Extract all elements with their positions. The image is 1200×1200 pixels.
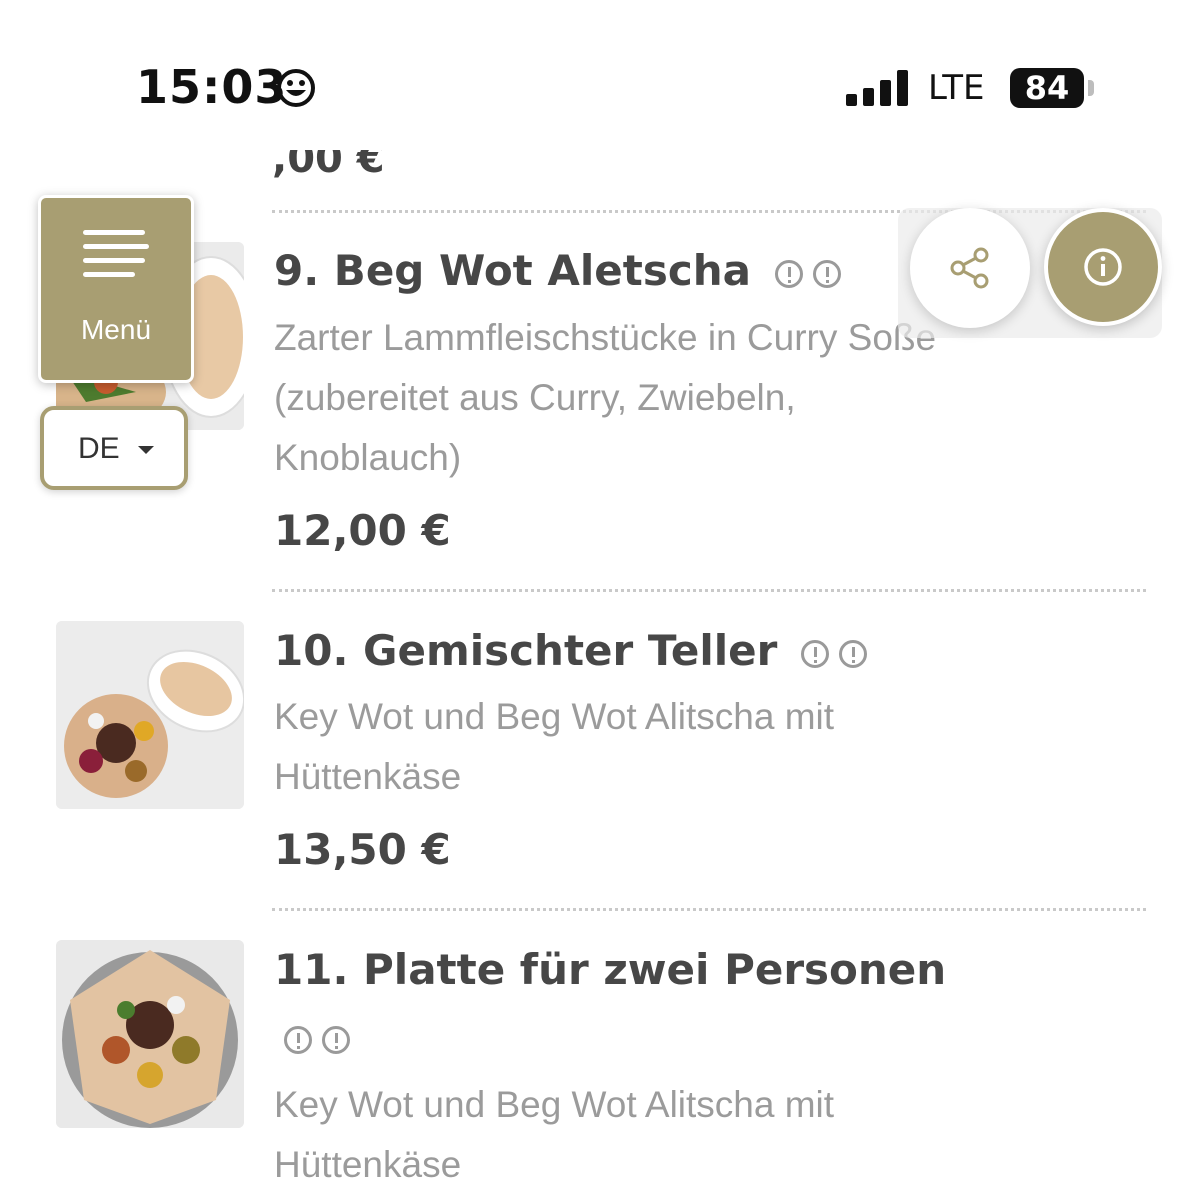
info-icon bbox=[1084, 248, 1122, 286]
item-price: 13,50 € bbox=[274, 825, 451, 874]
network-type: LTE bbox=[928, 68, 985, 108]
item-image[interactable] bbox=[56, 940, 244, 1128]
battery-nub bbox=[1088, 80, 1094, 96]
additive-alert-icon[interactable] bbox=[812, 259, 841, 288]
hamburger-icon bbox=[83, 230, 149, 278]
item-description: Key Wot und Beg Wot Alitscha mit Hüttenk… bbox=[274, 1084, 835, 1185]
share-button[interactable] bbox=[910, 208, 1030, 328]
additive-alert-icon[interactable] bbox=[839, 639, 868, 668]
battery-level: 84 bbox=[1024, 69, 1070, 107]
smiley-icon bbox=[277, 69, 315, 107]
language-select[interactable]: DE bbox=[40, 406, 188, 490]
battery-icon: 84 bbox=[1010, 68, 1084, 108]
item-divider bbox=[272, 908, 1146, 911]
item-alerts bbox=[274, 1026, 350, 1054]
item-title[interactable]: 10. Gemischter Teller bbox=[274, 626, 868, 675]
signal-icon bbox=[846, 70, 908, 106]
additive-alert-icon[interactable] bbox=[322, 1026, 350, 1054]
item-price: 12,00 € bbox=[274, 506, 451, 555]
allergen-alert-icon[interactable] bbox=[774, 259, 803, 288]
item-description: Key Wot und Beg Wot Alitscha mit Hüttenk… bbox=[274, 696, 835, 797]
item-title-text: 10. Gemischter Teller bbox=[274, 626, 778, 675]
caret-down-icon bbox=[138, 446, 154, 454]
info-button[interactable] bbox=[1044, 208, 1162, 326]
allergen-alert-icon[interactable] bbox=[801, 639, 830, 668]
menu-label: Menü bbox=[80, 314, 152, 345]
share-icon bbox=[950, 247, 989, 289]
language-value: DE bbox=[78, 432, 120, 465]
menu-button[interactable]: Menü bbox=[38, 195, 194, 383]
status-bar: 15:03 LTE 84 bbox=[0, 0, 1200, 150]
item-title-text: 9. Beg Wot Aletscha bbox=[274, 246, 751, 295]
item-title[interactable]: 9. Beg Wot Aletscha bbox=[274, 246, 841, 295]
item-divider bbox=[272, 589, 1146, 592]
allergen-alert-icon[interactable] bbox=[284, 1026, 312, 1054]
status-time: 15:03 bbox=[136, 60, 288, 114]
item-description: Zarter Lammfleischstücke in Curry Soße (… bbox=[274, 317, 937, 478]
item-image[interactable] bbox=[56, 621, 244, 809]
item-title[interactable]: 11. Platte für zwei Personen bbox=[274, 945, 946, 994]
